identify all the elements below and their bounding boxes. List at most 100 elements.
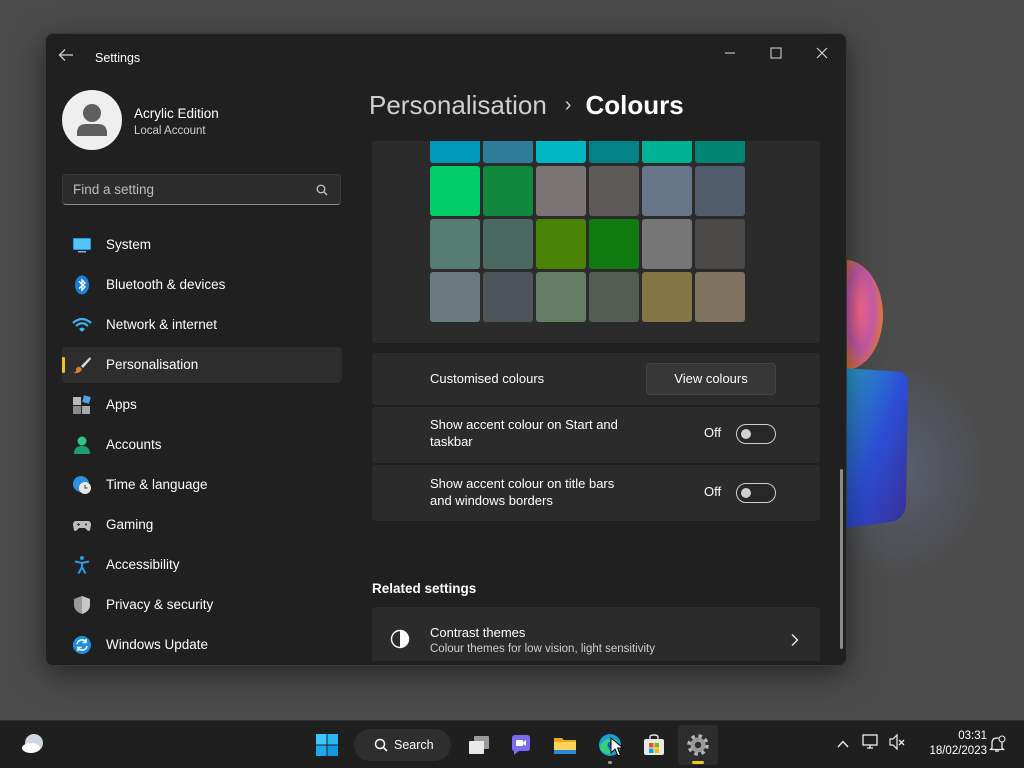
minimize-icon: [725, 52, 735, 54]
accent-titlebars-toggle[interactable]: [736, 483, 776, 503]
app-title: Settings: [95, 51, 141, 65]
colour-swatch[interactable]: [642, 166, 692, 216]
maximize-icon: [770, 47, 782, 59]
start-icon: [316, 734, 338, 756]
close-button[interactable]: [799, 38, 845, 68]
sidebar-item-label: Time & language: [106, 477, 208, 492]
colour-swatch[interactable]: [483, 219, 533, 269]
colour-swatch[interactable]: [430, 219, 480, 269]
sidebar-item-label: Network & internet: [106, 317, 218, 332]
toggle-state-label: Off: [704, 425, 722, 440]
sidebar-nav: System Bluetooth & devices Network & int…: [62, 227, 342, 665]
sidebar-item-label: Gaming: [106, 517, 154, 532]
sidebar-item-accounts[interactable]: Accounts: [62, 427, 342, 463]
sidebar-item-accessibility[interactable]: Accessibility: [62, 547, 342, 583]
bluetooth-icon: [75, 275, 89, 295]
taskbar: Search 03:31 18/02/2023: [0, 720, 1024, 768]
contrast-themes-link[interactable]: Contrast themes Colour themes for low vi…: [372, 607, 820, 661]
sidebar-item-privacy-security[interactable]: Privacy & security: [62, 587, 342, 623]
colour-swatch[interactable]: [483, 166, 533, 216]
search-input[interactable]: [63, 175, 303, 204]
colour-swatch[interactable]: [536, 166, 586, 216]
sidebar-item-label: Apps: [106, 397, 137, 412]
colour-swatch[interactable]: [589, 141, 639, 163]
mouse-cursor-icon: [610, 737, 624, 757]
colour-swatch[interactable]: [536, 272, 586, 322]
search-icon: [374, 738, 388, 752]
sidebar-item-personalisation[interactable]: Personalisation: [62, 347, 342, 383]
breadcrumb: Personalisation › Colours: [369, 90, 684, 130]
search-icon: [316, 184, 328, 196]
customised-colours-row: Customised colours View colours: [372, 353, 820, 405]
accessibility-icon: [74, 556, 90, 574]
sidebar-item-windows-update[interactable]: Windows Update: [62, 627, 342, 663]
start-button[interactable]: [307, 725, 347, 765]
sidebar-item-label: System: [106, 237, 152, 252]
user-profile[interactable]: Acrylic Edition Local Account: [62, 90, 342, 152]
notification-bell-icon[interactable]: [988, 735, 1006, 753]
accent-colour-card: [372, 141, 820, 343]
task-view-button[interactable]: [459, 725, 499, 765]
profile-name: Acrylic Edition: [134, 106, 219, 121]
settings-taskbar-button[interactable]: [678, 725, 718, 765]
colour-swatch[interactable]: [642, 219, 692, 269]
back-arrow-icon: [58, 49, 73, 61]
colour-swatch[interactable]: [642, 141, 692, 163]
breadcrumb-parent[interactable]: Personalisation: [369, 90, 547, 120]
avatar: [62, 90, 122, 150]
back-button[interactable]: [58, 48, 80, 68]
colour-swatch[interactable]: [536, 141, 586, 163]
colour-swatch[interactable]: [536, 219, 586, 269]
colour-swatch[interactable]: [430, 272, 480, 322]
sidebar-item-system[interactable]: System: [62, 227, 342, 263]
volume-muted-icon[interactable]: [888, 733, 906, 751]
maximize-button[interactable]: [753, 38, 799, 68]
accent-start-taskbar-toggle[interactable]: [736, 424, 776, 444]
colour-swatch[interactable]: [430, 141, 480, 163]
globe-clock-icon: [73, 476, 91, 494]
taskbar-search-label: Search: [394, 738, 434, 752]
settings-search[interactable]: [62, 174, 341, 205]
sidebar-item-label: Accessibility: [106, 557, 180, 572]
monitor-icon: [73, 238, 91, 253]
sidebar-item-apps[interactable]: Apps: [62, 387, 342, 423]
colour-swatch[interactable]: [695, 219, 745, 269]
colour-swatch[interactable]: [695, 141, 745, 163]
store-icon: [644, 734, 664, 755]
taskbar-clock[interactable]: 03:31 18/02/2023: [915, 729, 987, 759]
view-colours-button[interactable]: View colours: [646, 363, 776, 395]
sidebar-item-time-language[interactable]: Time & language: [62, 467, 342, 503]
colour-swatch[interactable]: [695, 272, 745, 322]
colour-swatch[interactable]: [483, 141, 533, 163]
minimize-button[interactable]: [707, 38, 753, 68]
contrast-themes-subtitle: Colour themes for low vision, light sens…: [430, 643, 655, 655]
breadcrumb-separator: ›: [564, 94, 572, 116]
colour-swatch[interactable]: [695, 166, 745, 216]
scrollbar-thumb[interactable]: [840, 469, 843, 649]
sidebar-item-network[interactable]: Network & internet: [62, 307, 342, 343]
colour-swatch[interactable]: [483, 272, 533, 322]
main-content: Customised colours View colours Show acc…: [372, 141, 822, 661]
file-explorer-button[interactable]: [545, 725, 585, 765]
colour-swatch[interactable]: [589, 219, 639, 269]
chevron-up-icon[interactable]: [836, 737, 850, 751]
accent-titlebars-row: Show accent colour on title bars and win…: [372, 465, 820, 521]
toggle-knob: [741, 429, 751, 439]
colour-swatch[interactable]: [589, 166, 639, 216]
weather-widget-icon[interactable]: [18, 730, 46, 758]
colour-swatch[interactable]: [642, 272, 692, 322]
sidebar-item-label: Bluetooth & devices: [106, 277, 226, 292]
colour-swatch[interactable]: [430, 166, 480, 216]
sidebar-item-bluetooth[interactable]: Bluetooth & devices: [62, 267, 342, 303]
store-button[interactable]: [634, 725, 674, 765]
network-ethernet-icon[interactable]: [862, 733, 880, 751]
chat-button[interactable]: [501, 725, 541, 765]
page-title: Colours: [585, 90, 684, 120]
sidebar-item-gaming[interactable]: Gaming: [62, 507, 342, 543]
sidebar-item-label: Accounts: [106, 437, 162, 452]
close-icon: [816, 47, 828, 59]
apps-icon: [73, 395, 91, 414]
colour-swatch[interactable]: [589, 272, 639, 322]
person-icon: [74, 436, 90, 454]
taskbar-search[interactable]: Search: [354, 729, 451, 761]
